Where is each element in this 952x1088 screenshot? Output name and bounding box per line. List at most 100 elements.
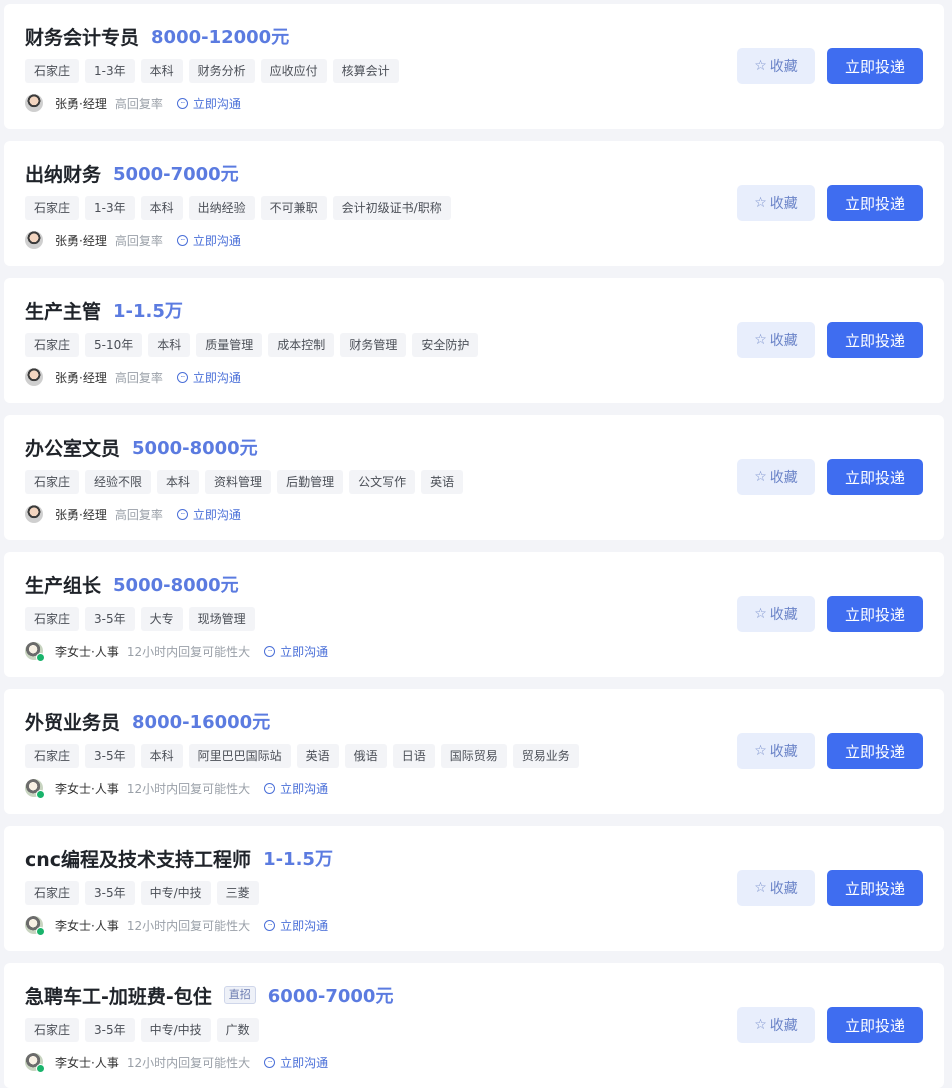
job-tags: 石家庄 3-5年 本科 阿里巴巴国际站 英语 俄语 日语 国际贸易 贸易业务 bbox=[25, 744, 579, 768]
online-status-dot bbox=[36, 927, 45, 936]
job-title[interactable]: cnc编程及技术支持工程师 bbox=[25, 845, 251, 872]
job-title[interactable]: 办公室文员 bbox=[25, 434, 120, 461]
chat-now-link[interactable]: ··· 立即沟通 bbox=[176, 369, 241, 386]
recruiter-status: 12小时内回复可能性大 bbox=[126, 781, 251, 796]
recruiter-row: 张勇·经理 高回复率 ··· 立即沟通 bbox=[25, 367, 241, 387]
job-tags: 石家庄 3-5年 中专/中技 三菱 bbox=[25, 881, 259, 905]
job-tags: 石家庄 3-5年 大专 现场管理 bbox=[25, 607, 255, 631]
chat-now-label: 立即沟通 bbox=[192, 96, 241, 111]
job-title[interactable]: 财务会计专员 bbox=[25, 23, 139, 50]
tag-location: 石家庄 bbox=[25, 1018, 80, 1042]
chat-now-label: 立即沟通 bbox=[280, 781, 329, 796]
tag-experience: 经验不限 bbox=[85, 470, 152, 494]
tag-experience: 5-10年 bbox=[85, 333, 143, 357]
tag-education: 本科 bbox=[140, 59, 183, 83]
tag-experience: 1-3年 bbox=[85, 196, 135, 220]
chat-now-link[interactable]: ··· 立即沟通 bbox=[264, 1054, 328, 1071]
tag-skill: 财务管理 bbox=[340, 333, 407, 357]
job-card[interactable]: cnc编程及技术支持工程师 1-1.5万 石家庄 3-5年 中专/中技 三菱 李… bbox=[4, 826, 944, 951]
salary: 8000-12000元 bbox=[151, 27, 290, 48]
favorite-button[interactable]: ☆ 收藏 bbox=[737, 185, 815, 221]
chat-now-label: 立即沟通 bbox=[280, 1055, 329, 1070]
job-title[interactable]: 外贸业务员 bbox=[25, 708, 120, 735]
recruiter-avatar bbox=[25, 505, 43, 523]
chat-bubble-icon: ··· bbox=[264, 645, 276, 657]
job-title[interactable]: 生产组长 bbox=[25, 571, 101, 598]
tag-education: 本科 bbox=[157, 470, 200, 494]
recruiter-status: 12小时内回复可能性大 bbox=[126, 918, 251, 933]
apply-button[interactable]: 立即投递 bbox=[827, 459, 923, 495]
favorite-button[interactable]: ☆ 收藏 bbox=[737, 48, 815, 84]
job-card[interactable]: 急聘车工-加班费-包住 直招 6000-7000元 石家庄 3-5年 中专/中技… bbox=[4, 963, 944, 1088]
chat-bubble-icon: ··· bbox=[264, 782, 276, 794]
tag-skill: 阿里巴巴国际站 bbox=[188, 744, 291, 768]
tag-skill: 现场管理 bbox=[188, 607, 255, 631]
tag-skill: 财务分析 bbox=[188, 59, 255, 83]
recruiter-status: 高回复率 bbox=[114, 370, 163, 385]
favorite-button[interactable]: ☆ 收藏 bbox=[737, 596, 815, 632]
job-card[interactable]: 办公室文员 5000-8000元 石家庄 经验不限 本科 资料管理 后勤管理 公… bbox=[4, 415, 944, 540]
recruiter-name: 李女士·人事 bbox=[55, 918, 119, 933]
chat-now-link[interactable]: ··· 立即沟通 bbox=[176, 95, 241, 112]
favorite-label: 收藏 bbox=[769, 470, 798, 486]
tag-skill: 应收应付 bbox=[260, 59, 327, 83]
recruiter-avatar bbox=[25, 916, 45, 936]
tag-skill: 广数 bbox=[216, 1018, 259, 1042]
job-title[interactable]: 出纳财务 bbox=[25, 160, 101, 187]
apply-button[interactable]: 立即投递 bbox=[827, 870, 923, 906]
apply-button[interactable]: 立即投递 bbox=[827, 48, 923, 84]
chat-now-label: 立即沟通 bbox=[192, 507, 241, 522]
job-card[interactable]: 生产主管 1-1.5万 石家庄 5-10年 本科 质量管理 成本控制 财务管理 … bbox=[4, 278, 944, 403]
recruiter-row: 张勇·经理 高回复率 ··· 立即沟通 bbox=[25, 504, 241, 524]
job-tags: 石家庄 3-5年 中专/中技 广数 bbox=[25, 1018, 259, 1042]
chat-bubble-icon: ··· bbox=[176, 234, 188, 246]
star-icon: ☆ bbox=[754, 606, 767, 622]
recruiter-name: 张勇·经理 bbox=[55, 233, 107, 248]
favorite-label: 收藏 bbox=[769, 59, 798, 75]
tag-skill: 出纳经验 bbox=[188, 196, 255, 220]
chat-now-link[interactable]: ··· 立即沟通 bbox=[264, 917, 328, 934]
tag-experience: 3-5年 bbox=[85, 607, 135, 631]
tag-education: 中专/中技 bbox=[140, 881, 211, 905]
job-card[interactable]: 财务会计专员 8000-12000元 石家庄 1-3年 本科 财务分析 应收应付… bbox=[4, 4, 944, 129]
job-card[interactable]: 外贸业务员 8000-16000元 石家庄 3-5年 本科 阿里巴巴国际站 英语… bbox=[4, 689, 944, 814]
apply-button[interactable]: 立即投递 bbox=[827, 185, 923, 221]
tag-skill: 英语 bbox=[296, 744, 339, 768]
recruiter-avatar bbox=[25, 779, 45, 799]
job-card[interactable]: 生产组长 5000-8000元 石家庄 3-5年 大专 现场管理 李女士·人事 … bbox=[4, 552, 944, 677]
tag-skill: 会计初级证书/职称 bbox=[332, 196, 451, 220]
recruiter-name: 张勇·经理 bbox=[55, 370, 107, 385]
chat-bubble-icon: ··· bbox=[176, 97, 188, 109]
job-title[interactable]: 生产主管 bbox=[25, 297, 101, 324]
favorite-button[interactable]: ☆ 收藏 bbox=[737, 1007, 815, 1043]
favorite-button[interactable]: ☆ 收藏 bbox=[737, 870, 815, 906]
apply-button[interactable]: 立即投递 bbox=[827, 596, 923, 632]
chat-now-link[interactable]: ··· 立即沟通 bbox=[176, 506, 241, 523]
online-status-dot bbox=[36, 1064, 45, 1073]
favorite-button[interactable]: ☆ 收藏 bbox=[737, 459, 815, 495]
tag-skill: 资料管理 bbox=[205, 470, 272, 494]
recruiter-row: 李女士·人事 12小时内回复可能性大 ··· 立即沟通 bbox=[25, 915, 328, 936]
favorite-label: 收藏 bbox=[769, 881, 798, 897]
salary: 5000-8000元 bbox=[132, 438, 258, 459]
favorite-button[interactable]: ☆ 收藏 bbox=[737, 733, 815, 769]
tag-skill: 三菱 bbox=[216, 881, 259, 905]
recruiter-avatar bbox=[25, 642, 45, 662]
apply-button[interactable]: 立即投递 bbox=[827, 1007, 923, 1043]
salary: 5000-8000元 bbox=[113, 575, 239, 596]
apply-button[interactable]: 立即投递 bbox=[827, 322, 923, 358]
job-title[interactable]: 急聘车工-加班费-包住 bbox=[25, 982, 212, 1009]
star-icon: ☆ bbox=[754, 195, 767, 211]
star-icon: ☆ bbox=[754, 58, 767, 74]
apply-button[interactable]: 立即投递 bbox=[827, 733, 923, 769]
job-card[interactable]: 出纳财务 5000-7000元 石家庄 1-3年 本科 出纳经验 不可兼职 会计… bbox=[4, 141, 944, 266]
favorite-button[interactable]: ☆ 收藏 bbox=[737, 322, 815, 358]
tag-location: 石家庄 bbox=[25, 196, 80, 220]
chat-now-link[interactable]: ··· 立即沟通 bbox=[264, 643, 328, 660]
recruiter-name: 李女士·人事 bbox=[55, 644, 119, 659]
chat-now-label: 立即沟通 bbox=[280, 918, 329, 933]
online-status-dot bbox=[36, 790, 45, 799]
chat-now-link[interactable]: ··· 立即沟通 bbox=[176, 232, 241, 249]
chat-now-link[interactable]: ··· 立即沟通 bbox=[264, 780, 328, 797]
star-icon: ☆ bbox=[754, 1017, 767, 1033]
